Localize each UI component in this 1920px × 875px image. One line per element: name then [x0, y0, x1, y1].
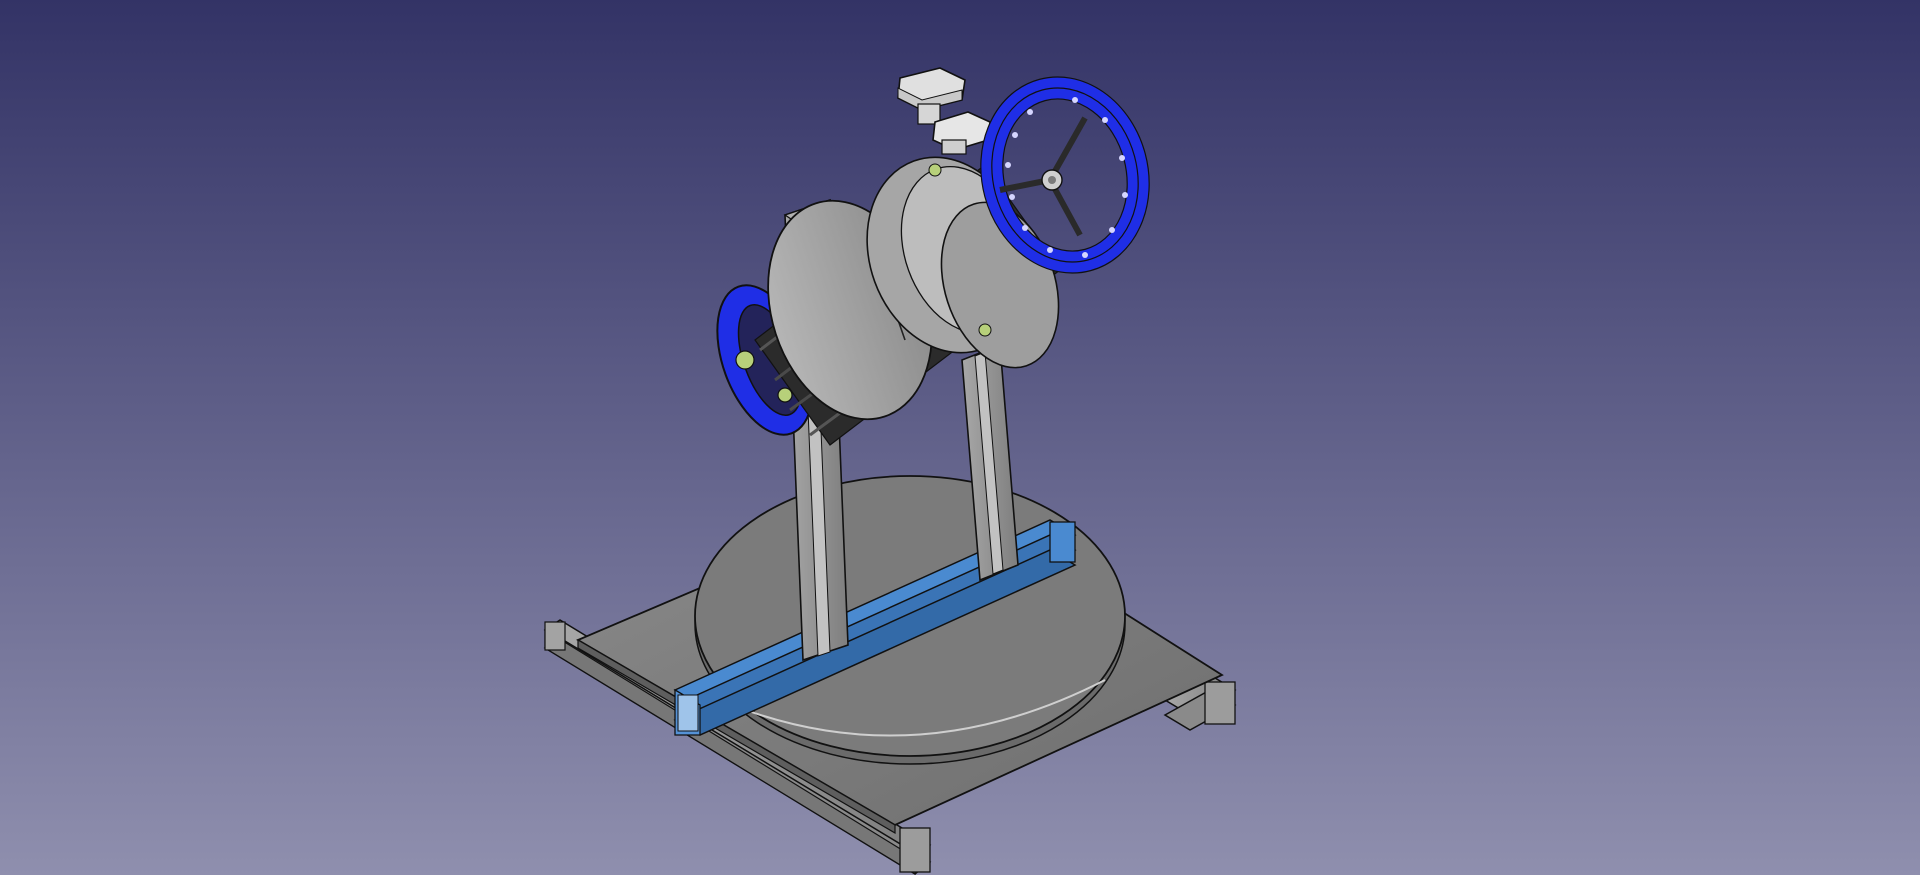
fitting-green: [928, 163, 942, 177]
cad-model-scene[interactable]: [0, 0, 1920, 875]
3d-viewport[interactable]: [0, 0, 1920, 875]
fitting-green: [978, 323, 992, 337]
hex-bolt-icon[interactable]: [897, 67, 991, 155]
